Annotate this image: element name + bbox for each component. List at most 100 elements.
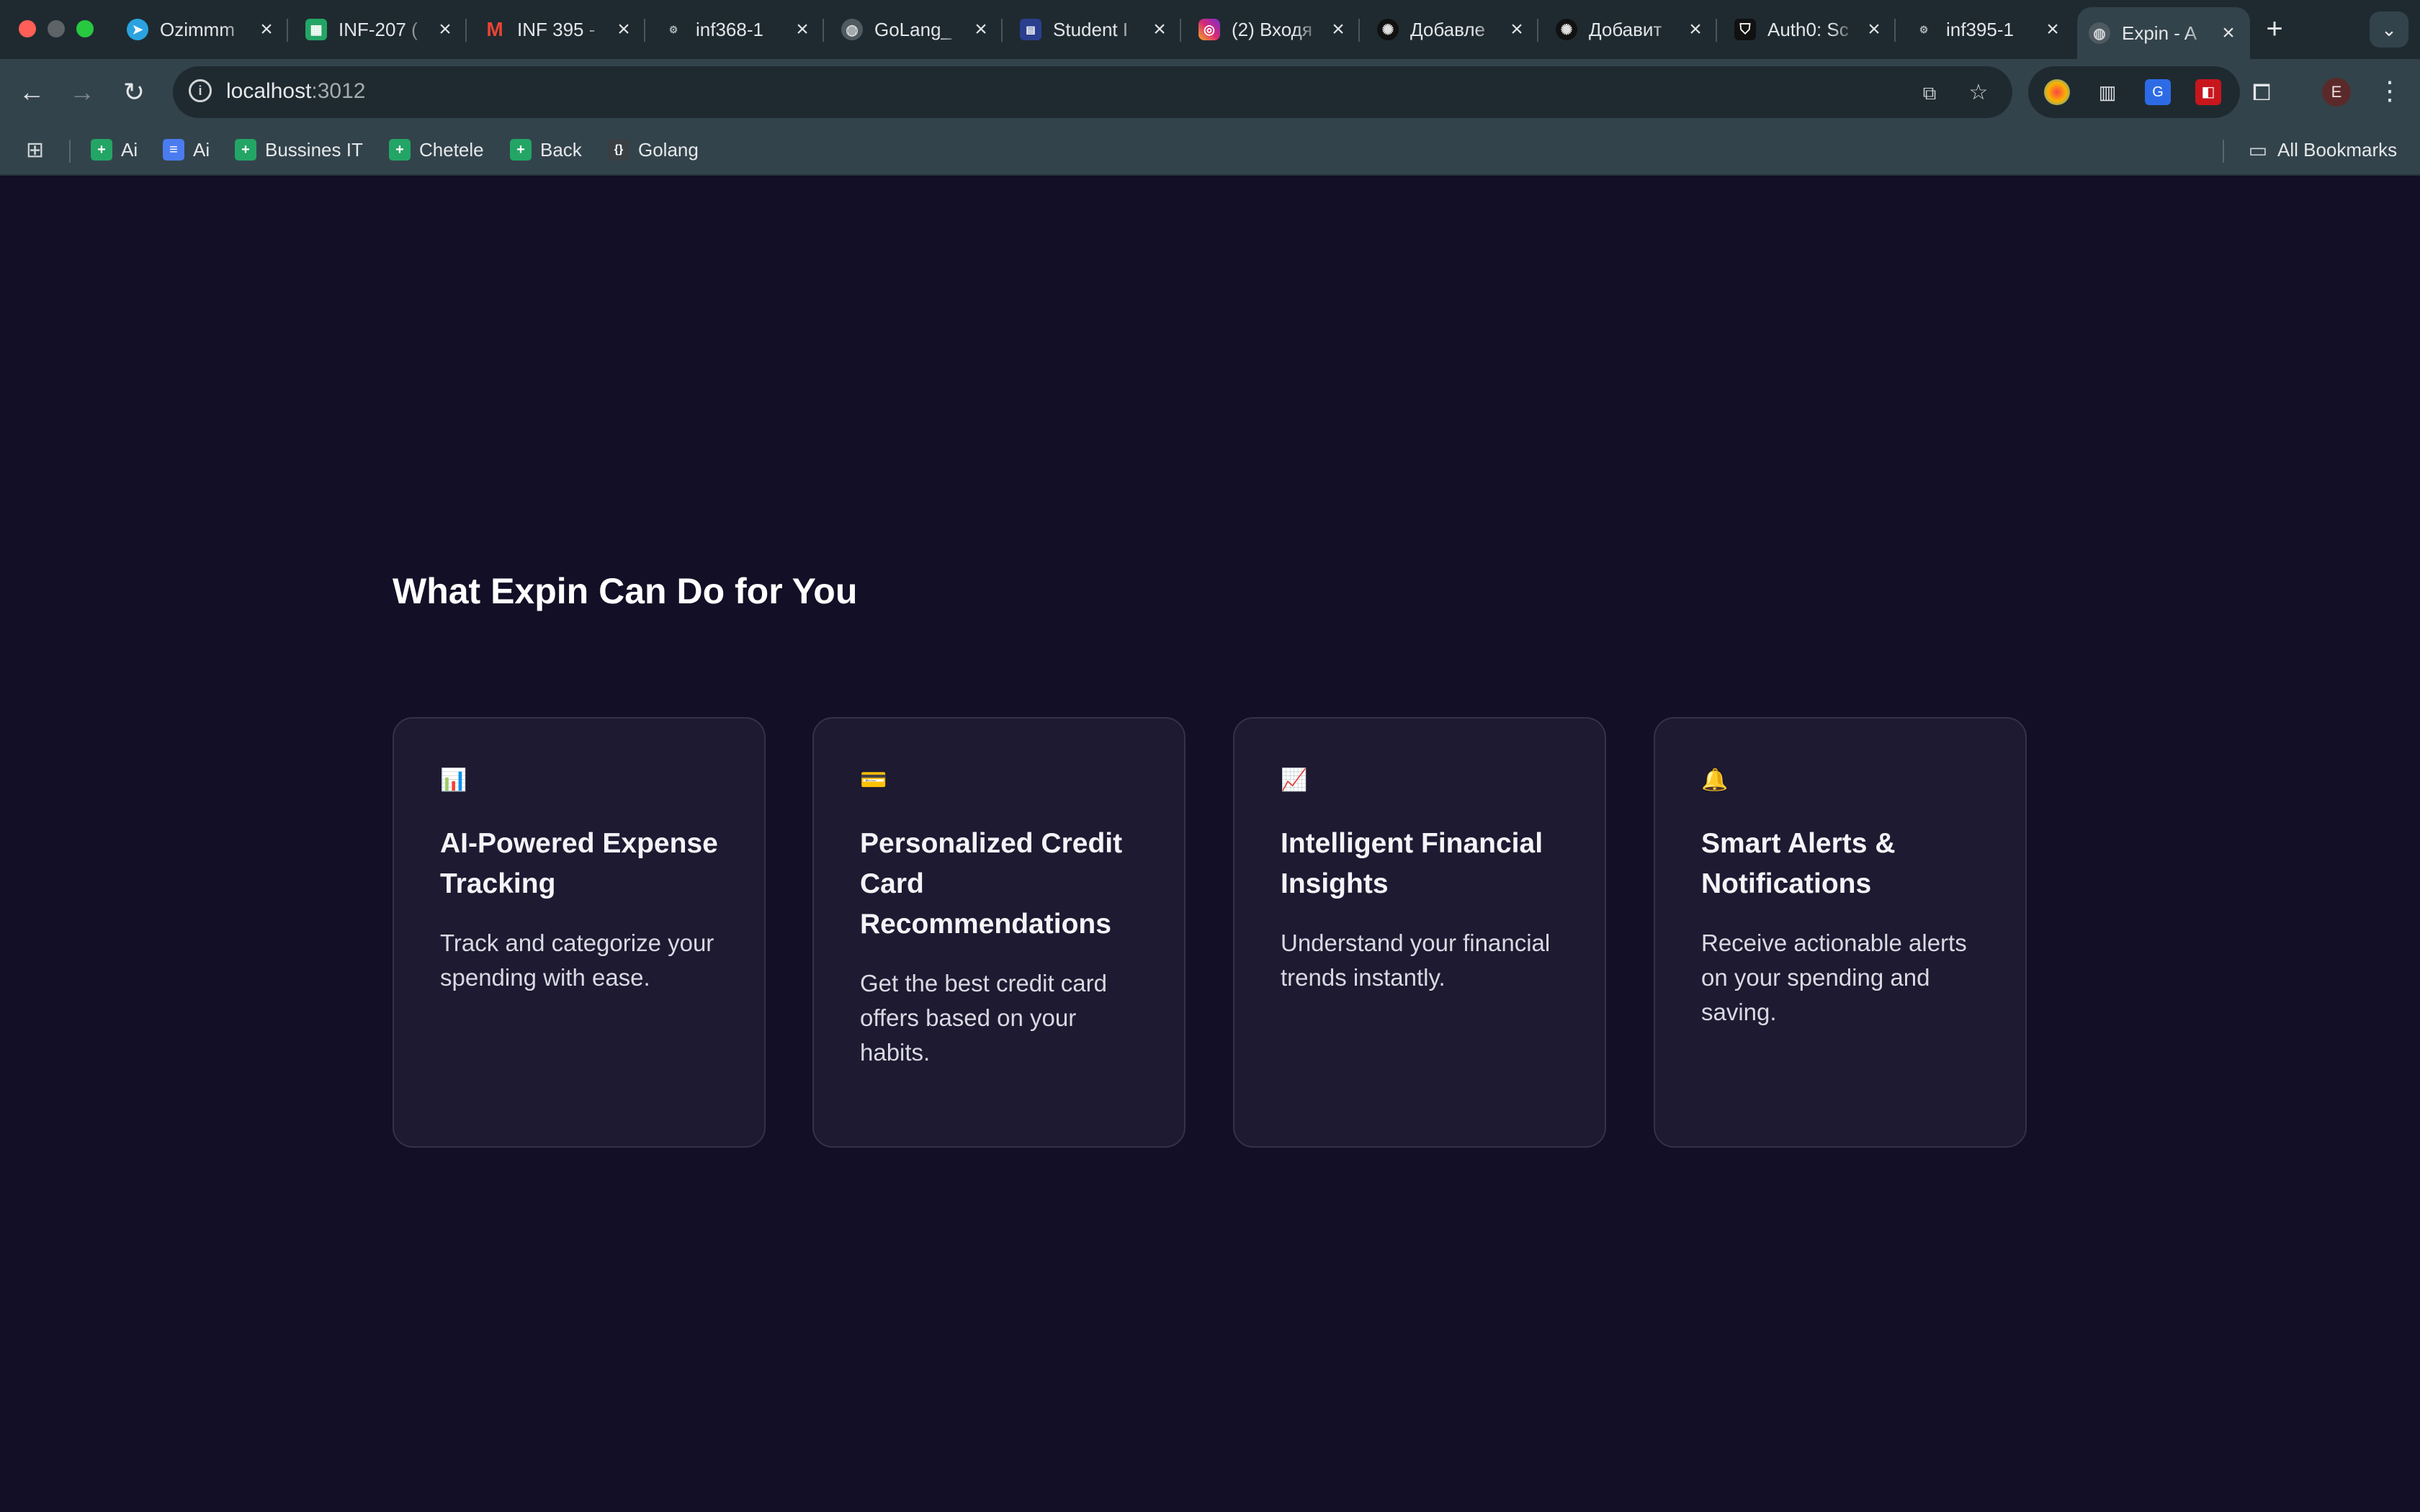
tab-close-icon[interactable]: × xyxy=(2043,17,2063,42)
red-extension-icon[interactable]: ◧ xyxy=(2195,79,2221,105)
color-picker-extension-icon[interactable] xyxy=(2044,79,2070,105)
tab-close-icon[interactable]: × xyxy=(792,17,812,42)
credit-card-icon: 💳 xyxy=(860,768,887,792)
tab-separator xyxy=(465,19,467,42)
url-port: :3012 xyxy=(311,79,366,103)
translate-icon[interactable]: ⧉ xyxy=(1917,81,1942,105)
analytics-extension-icon[interactable]: ▥ xyxy=(2094,79,2120,105)
sdu-icon: ⚙ xyxy=(1919,23,1929,35)
braces-icon: {} xyxy=(608,139,629,161)
tab-label: Auth0: Sc xyxy=(1767,18,1849,40)
docs-icon: ≡ xyxy=(163,139,184,161)
bar-chart-icon: 📊 xyxy=(440,768,467,792)
bookmark-ai-sheets[interactable]: + Ai xyxy=(91,135,138,164)
tab-golang[interactable]: ◍ GoLang_ × xyxy=(830,7,1003,52)
openai-icon: ✺ xyxy=(1377,19,1399,40)
new-tab-button[interactable]: + xyxy=(2259,13,2290,45)
bookmark-label: Chetele xyxy=(419,138,484,161)
globe-icon: ◍ xyxy=(2089,22,2110,44)
tab-instagram[interactable]: ◎ (2) Входя × xyxy=(1187,7,1360,52)
sheets-icon: + xyxy=(91,139,112,161)
url-host: localhost xyxy=(226,79,312,103)
browser-chrome: ➤ Ozimmm × ▦ INF-207 ( × M INF 395 - × ⚙… xyxy=(0,0,2420,176)
tab-search-menu-button[interactable]: ⌄ xyxy=(2370,12,2408,48)
trend-chart-icon: 📈 xyxy=(1281,768,1308,792)
profile-avatar[interactable]: E xyxy=(2322,78,2351,107)
sheets-icon: ▦ xyxy=(305,19,327,40)
tab-label: INF 395 - xyxy=(517,18,596,40)
all-bookmarks-button[interactable]: ▭ All Bookmarks xyxy=(2247,135,2397,164)
tab-label: Student I xyxy=(1053,18,1129,40)
bookmarks-separator xyxy=(2223,140,2224,163)
bookmark-chetele[interactable]: + Chetele xyxy=(389,135,484,164)
bookmark-label: Bussines IT xyxy=(265,138,363,161)
minimize-window-button[interactable] xyxy=(48,20,65,37)
bookmark-golang[interactable]: {} Golang xyxy=(608,135,699,164)
tab-separator xyxy=(1894,19,1896,42)
feature-description: Track and categorize your spending with … xyxy=(440,930,714,991)
sheets-icon: + xyxy=(389,139,411,161)
sheets-icon: + xyxy=(235,139,256,161)
tab-separator xyxy=(1001,19,1003,42)
feature-card-alerts: 🔔 Smart Alerts & Notifications Receive a… xyxy=(1654,717,2027,1148)
tab-auth0[interactable]: ⛉ Auth0: Sc × xyxy=(1723,7,1896,52)
tab-close-icon[interactable]: × xyxy=(971,17,991,42)
bookmark-ai-docs[interactable]: ≡ Ai xyxy=(163,135,210,164)
reload-icon[interactable]: ↻ xyxy=(117,75,151,109)
address-bar[interactable]: i localhost:3012 ⧉ ☆ xyxy=(173,66,2012,118)
bookmark-star-icon[interactable]: ☆ xyxy=(1966,81,1991,105)
tab-close-icon[interactable]: × xyxy=(1150,17,1170,42)
telegram-icon: ➤ xyxy=(127,19,148,40)
tab-label: (2) Входя xyxy=(1232,18,1312,40)
instagram-icon: ◎ xyxy=(1198,19,1220,40)
apps-grid-icon[interactable]: ⊞ xyxy=(26,135,44,164)
bookmark-label: Golang xyxy=(638,138,699,161)
tab-separator xyxy=(287,19,288,42)
forward-arrow-icon[interactable]: → xyxy=(65,75,99,109)
url-text[interactable]: localhost:3012 xyxy=(226,79,365,104)
tab-inf368[interactable]: ⚙ inf368-1 × xyxy=(651,7,824,52)
extensions-puzzle-icon[interactable]: ⧠ xyxy=(2244,75,2279,109)
tab-close-icon[interactable]: × xyxy=(614,17,634,42)
tab-inf395[interactable]: ⚙ inf395-1 × xyxy=(1901,7,2074,52)
feature-card-expense-tracking: 📊 AI-Powered Expense Tracking Track and … xyxy=(393,717,766,1148)
site-info-icon[interactable]: i xyxy=(189,79,212,102)
tab-separator xyxy=(1537,19,1538,42)
tab-close-icon[interactable]: × xyxy=(1685,17,1706,42)
tab-close-icon[interactable]: × xyxy=(1507,17,1527,42)
tab-close-icon[interactable]: × xyxy=(2218,21,2238,45)
tab-label: Добавле xyxy=(1410,18,1485,40)
tab-chatgpt-2[interactable]: ✺ Добавит × xyxy=(1544,7,1717,52)
tab-close-icon[interactable]: × xyxy=(1864,17,1884,42)
tab-inf-395-gmail[interactable]: M INF 395 - × xyxy=(472,7,645,52)
bell-icon: 🔔 xyxy=(1701,768,1729,792)
tab-ozimmm[interactable]: ➤ Ozimmm × xyxy=(115,7,288,52)
feature-description: Understand your financial trends instant… xyxy=(1281,930,1551,991)
tab-student[interactable]: ▤ Student I × xyxy=(1008,7,1181,52)
maximize-window-button[interactable] xyxy=(76,20,94,37)
tab-inf-207[interactable]: ▦ INF-207 ( × xyxy=(294,7,467,52)
feature-description: Get the best credit card offers based on… xyxy=(860,970,1108,1066)
tab-separator xyxy=(823,19,824,42)
tab-close-icon[interactable]: × xyxy=(1328,17,1348,42)
browser-menu-icon[interactable]: ⋮ xyxy=(2377,75,2403,109)
close-window-button[interactable] xyxy=(19,20,36,37)
feature-card-credit-card: 💳 Personalized Credit Card Recommendatio… xyxy=(812,717,1186,1148)
tab-expin-active[interactable]: ◍ Expin - A × xyxy=(2077,7,2250,59)
all-bookmarks-label: All Bookmarks xyxy=(2277,138,2398,161)
tab-close-icon[interactable]: × xyxy=(256,17,277,42)
tab-strip: ➤ Ozimmm × ▦ INF-207 ( × M INF 395 - × ⚙… xyxy=(0,0,2420,59)
sdu-icon: ⚙ xyxy=(668,23,678,35)
tab-chatgpt-1[interactable]: ✺ Добавле × xyxy=(1366,7,1538,52)
back-arrow-icon[interactable]: ← xyxy=(14,75,49,109)
feature-title: Personalized Credit Card Recommendations xyxy=(860,828,1123,940)
sheets-icon: + xyxy=(510,139,532,161)
tab-label: Добавит xyxy=(1589,18,1662,40)
tab-label: Ozimmm xyxy=(160,18,235,40)
bookmark-bussines-it[interactable]: + Bussines IT xyxy=(235,135,363,164)
page-content: What Expin Can Do for You 📊 AI-Powered E… xyxy=(0,176,2420,1512)
tab-close-icon[interactable]: × xyxy=(435,17,455,42)
folder-icon: ▭ xyxy=(2248,138,2268,161)
google-translate-extension-icon[interactable]: G xyxy=(2145,79,2171,105)
bookmark-back[interactable]: + Back xyxy=(510,135,582,164)
